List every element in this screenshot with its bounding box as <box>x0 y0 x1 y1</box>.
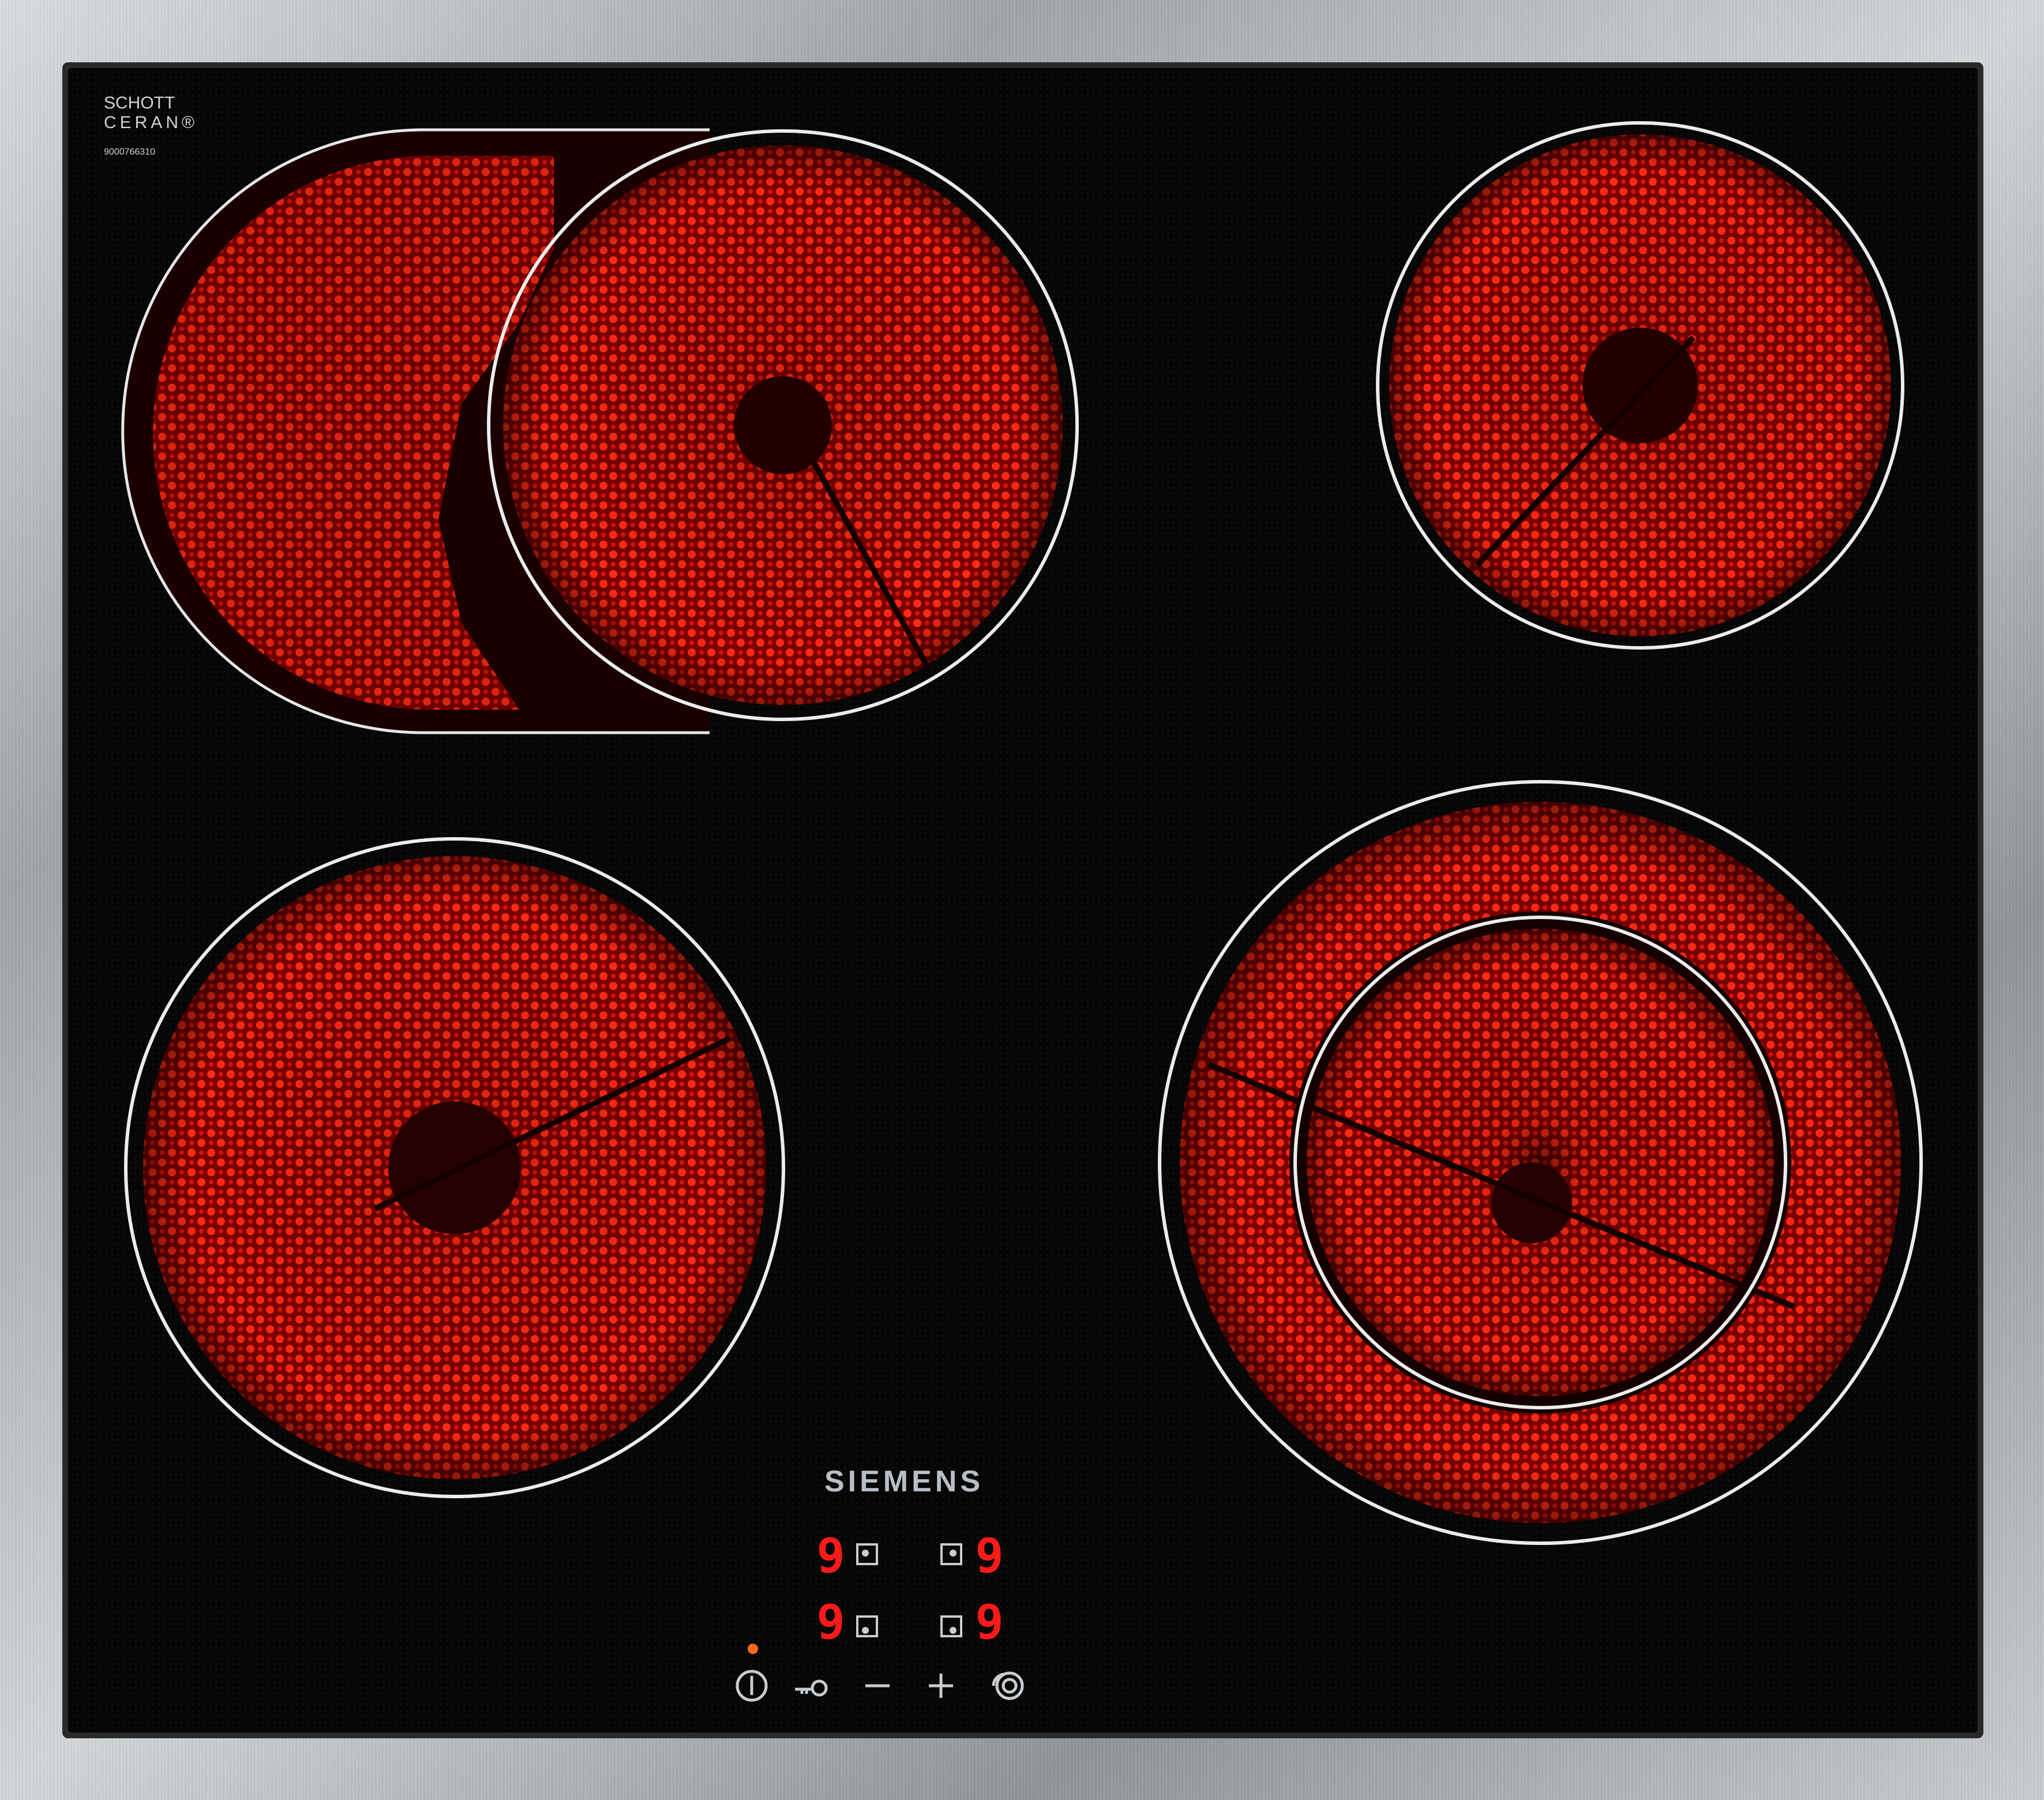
zone-back-left-oval <box>121 128 1079 734</box>
display-digit: 9 <box>975 1595 1003 1650</box>
zone-indicator-dot <box>950 1550 957 1557</box>
cooktop-svg: SCHOTT CERAN® 9000766310 SIEMENS 9 9 9 9 <box>0 0 2044 1800</box>
glass-maker-line2: CERAN® <box>104 113 198 132</box>
cooktop-photo: SCHOTT CERAN® 9000766310 SIEMENS 9 9 9 9 <box>0 0 2044 1800</box>
coil-center <box>1491 1162 1572 1243</box>
display-digit: 9 <box>816 1529 845 1584</box>
serial-number: 9000766310 <box>104 147 155 157</box>
display-digit: 9 <box>975 1529 1003 1584</box>
glass-maker-line1: SCHOTT <box>104 93 175 112</box>
brand-logo: SIEMENS <box>824 1465 984 1498</box>
inner-coil-shading <box>1307 929 1774 1396</box>
power-indicator-led <box>748 1644 758 1654</box>
zone-indicator-dot <box>862 1627 869 1634</box>
zone-indicator-dot <box>950 1627 957 1634</box>
coil-center <box>1582 328 1698 443</box>
zone-indicator-dot <box>862 1550 869 1557</box>
coil-center <box>734 376 832 474</box>
display-digit: 9 <box>816 1595 845 1650</box>
